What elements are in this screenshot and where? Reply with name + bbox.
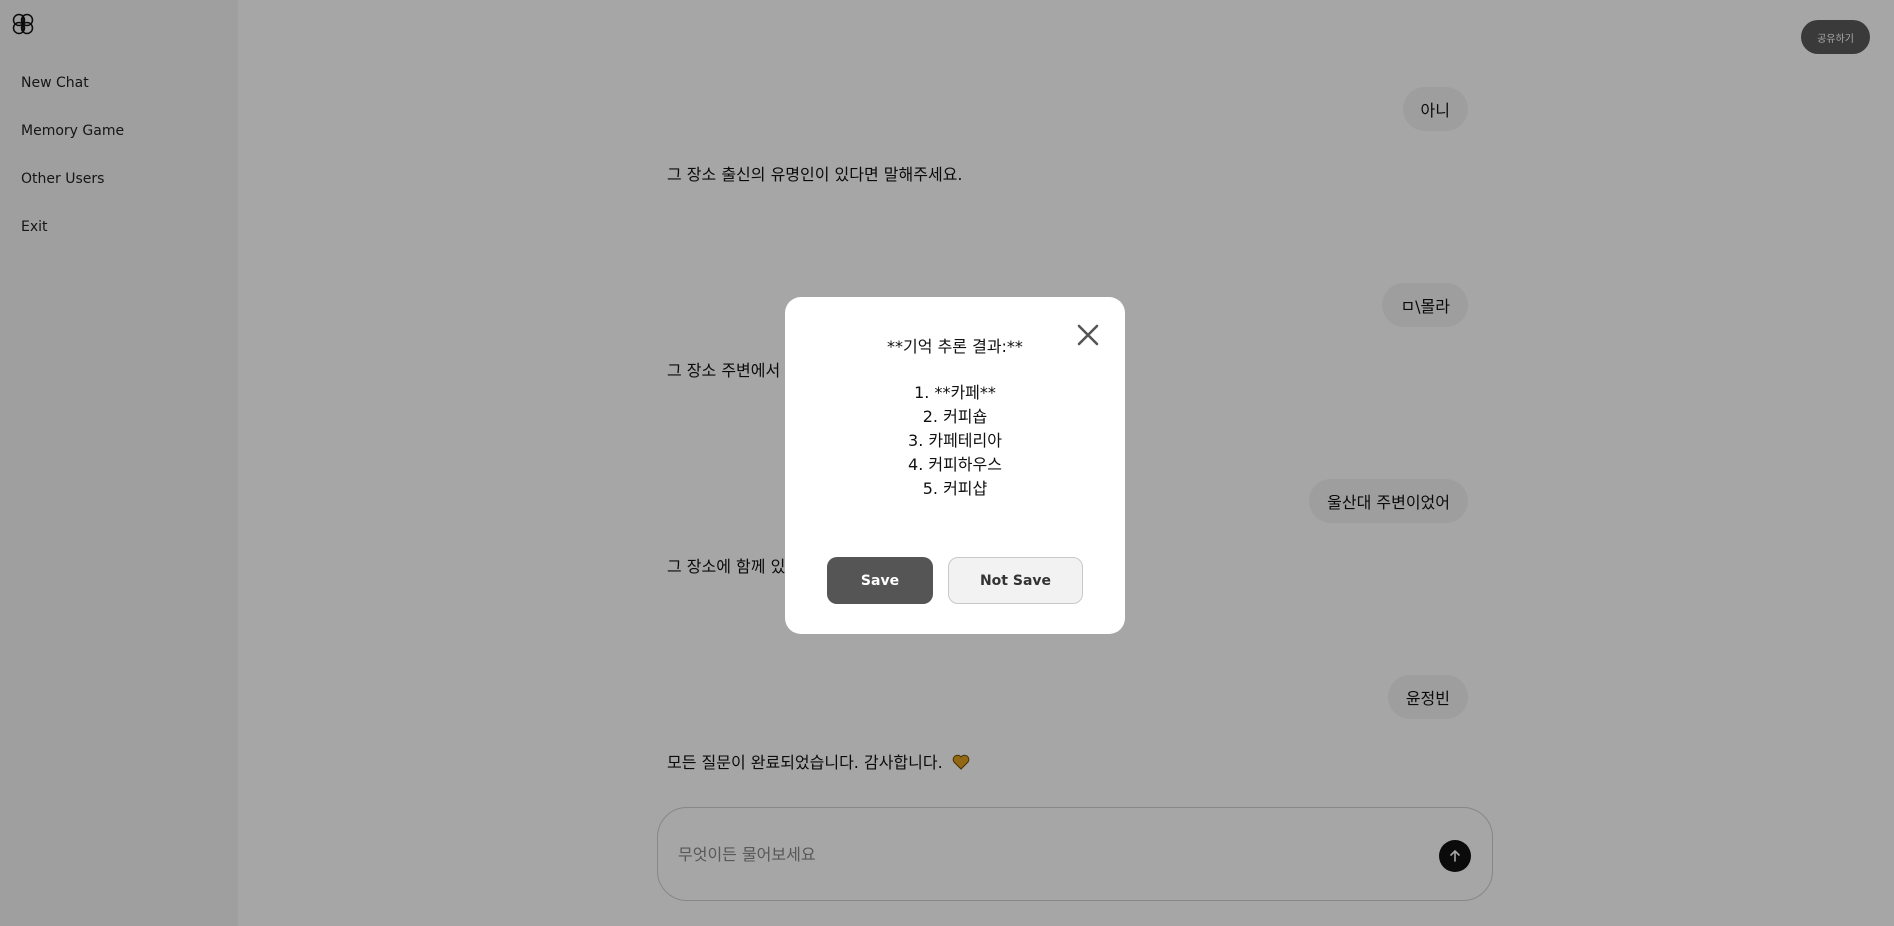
save-button[interactable]: Save bbox=[827, 557, 933, 604]
modal-title: **기억 추론 결과:** bbox=[887, 337, 1023, 356]
memory-result-modal: **기억 추론 결과:** 1. **카페** 2. 커피숍 3. 카페테리아 … bbox=[785, 297, 1125, 634]
not-save-button[interactable]: Not Save bbox=[948, 557, 1083, 604]
result-item: 3. 카페테리아 bbox=[908, 431, 1002, 450]
result-list: 1. **카페** 2. 커피숍 3. 카페테리아 4. 커피하우스 5. 커피… bbox=[785, 381, 1125, 501]
result-item: 5. 커피샵 bbox=[922, 479, 988, 498]
result-item: 4. 커피하우스 bbox=[908, 455, 1002, 474]
result-item: 1. **카페** bbox=[914, 383, 996, 402]
result-item: 2. 커피숍 bbox=[922, 407, 988, 426]
